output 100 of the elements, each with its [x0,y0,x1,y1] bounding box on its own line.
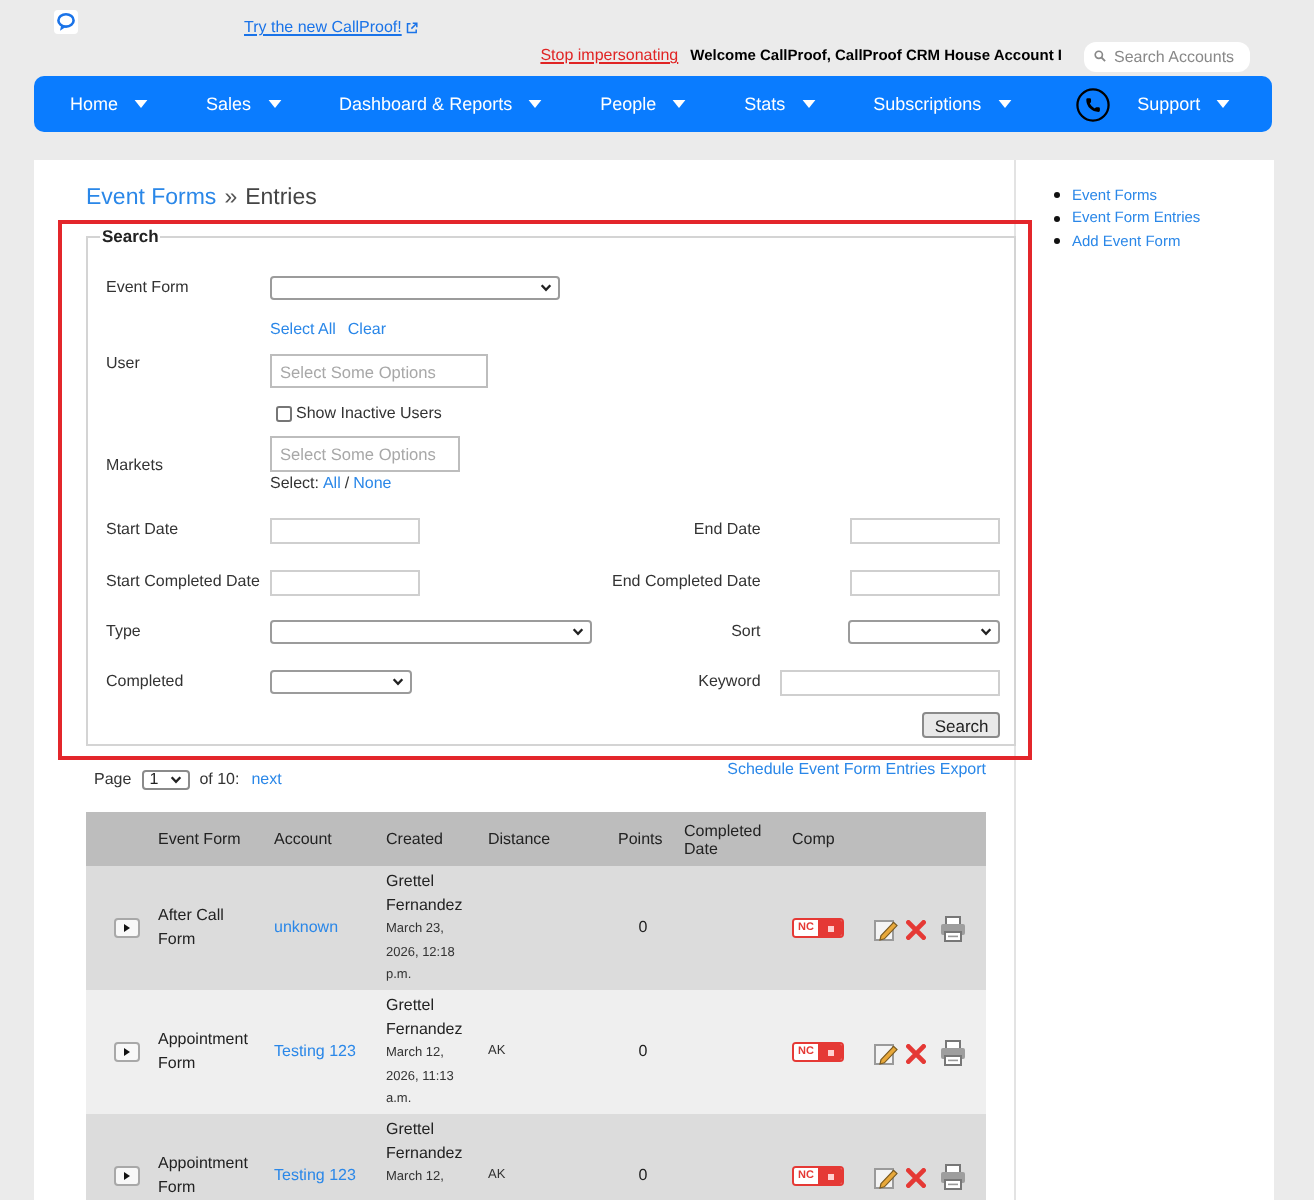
account-link[interactable]: unknown [274,916,339,940]
field-label: Sort [731,622,761,642]
markets-select-field[interactable]: Select Some Options [270,436,460,472]
user-select-link[interactable]: Clear [347,320,387,340]
expand-button[interactable] [114,918,140,938]
toggle-knob-icon [827,1049,833,1055]
checkbox[interactable] [276,406,292,422]
export-link[interactable]: Schedule Event Form Entries Export [727,760,986,780]
column-header: Points [618,830,663,848]
points-value: 0 [638,916,648,940]
date-field[interactable] [850,517,1001,543]
account-link[interactable]: Testing 123 [274,1040,356,1064]
nav-menu-item[interactable]: Support [1137,93,1231,115]
printer-icon[interactable] [940,1164,966,1190]
cross-icon[interactable] [906,919,926,939]
chevron-down-icon [980,628,993,636]
nav-menu-item[interactable]: People [600,93,687,115]
breadcrumb-link[interactable]: Event Forms [86,184,217,212]
creator-name: Grettel Fernandez [386,1118,465,1166]
dropdown-field[interactable] [270,620,592,644]
nav-menu-item[interactable]: Home [70,93,149,115]
column-header: Completed Date [684,821,764,857]
caret-down-icon [801,100,816,108]
caret-down-icon [528,100,543,108]
pencil-icon[interactable] [874,1165,898,1189]
fieldset-legend: Search [100,226,161,246]
field-label: End Date [693,520,761,540]
field-label: Markets [106,454,165,476]
dropdown-field[interactable] [270,670,412,694]
phone-icon[interactable] [1075,87,1110,121]
bullet-icon [1054,215,1060,222]
breadcrumb-separator: » [224,184,238,212]
select-none-link[interactable]: None [353,474,392,494]
bullet-icon [1054,238,1060,245]
search-icon [1094,50,1106,62]
field-label: Event Form [106,278,191,298]
dropdown-field[interactable] [270,276,560,300]
nav-menu-item[interactable]: Dashboard & Reports [339,93,543,115]
next-page-link[interactable]: next [251,770,282,790]
user-select-link[interactable]: Select All [270,320,336,340]
select-prefix: Select: [270,474,319,494]
caret-right-icon [124,924,130,932]
keyword-field[interactable] [780,669,1001,695]
column-header: Created [386,830,443,848]
slash-separator: / [344,474,350,494]
caret-down-icon [997,100,1012,108]
field-label: Start Completed Date [106,572,262,592]
nav-menu-item[interactable]: Subscriptions [873,93,1012,115]
breadcrumb-current: Entries [245,184,317,212]
toggle-knob-icon [827,925,833,931]
printer-icon[interactable] [940,1040,966,1066]
nav-menu-item[interactable]: Sales [206,93,282,115]
column-header: Account [274,830,332,848]
cross-icon[interactable] [906,1167,926,1187]
select-all-link[interactable]: All [322,474,341,494]
field-label: Completed [106,672,186,692]
external-link-icon [405,21,418,33]
creator-name: Grettel Fernandez [386,870,465,918]
caret-down-icon [1216,100,1231,108]
column-header: Comp [792,830,835,848]
creator-name: Grettel Fernandez [386,994,465,1042]
field-label: Start Date [106,520,181,540]
field-label: User [106,354,142,374]
chevron-down-icon [169,776,182,784]
event-form-name: Appointment Form [158,1028,250,1076]
field-label: Keyword [698,672,761,692]
dropdown-field[interactable] [848,620,1001,644]
promo-link[interactable]: Try the new CallProof! [244,18,418,36]
pencil-icon[interactable] [874,1041,898,1065]
page-select[interactable]: 1 [141,770,190,790]
caret-down-icon [267,100,282,108]
expand-button[interactable] [114,1166,140,1186]
chevron-down-icon [540,284,552,292]
date-field[interactable] [270,517,420,543]
date-field[interactable] [270,569,420,595]
cross-icon[interactable] [906,1043,926,1063]
bullet-icon [1054,192,1060,199]
checkbox-label: Show Inactive Users [296,404,442,424]
nav-menu-item[interactable]: Stats [744,93,816,115]
field-label: Type [106,622,143,642]
expand-button[interactable] [114,1042,140,1062]
field-label: End Completed Date [612,572,761,592]
page-total: of 10: [199,770,240,790]
date-field[interactable] [850,569,1001,595]
search-button[interactable]: Search [922,712,1001,738]
event-form-name: Appointment Form [158,1152,250,1200]
column-header: Event Form [158,830,241,848]
caret-right-icon [124,1048,130,1056]
chevron-down-icon [572,628,584,636]
speech-bubble-icon[interactable] [54,10,78,34]
user-select-field[interactable]: Select Some Options [270,354,488,388]
account-link[interactable]: Testing 123 [274,1164,356,1188]
pencil-icon[interactable] [874,917,898,941]
page-label: Page [94,770,132,790]
search-field[interactable]: Search Accounts [1084,41,1250,71]
stop-impersonating-link[interactable]: Stop impersonating [540,46,679,66]
toggle-knob-icon [827,1173,833,1179]
caret-down-icon [672,100,687,108]
printer-icon[interactable] [940,916,966,942]
caret-down-icon [134,100,149,108]
